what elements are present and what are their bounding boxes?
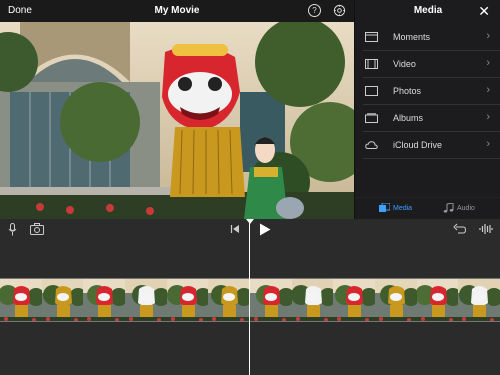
- chevron-right-icon: ›: [486, 111, 490, 123]
- chevron-right-icon: ›: [486, 57, 490, 69]
- settings-icon[interactable]: [333, 4, 346, 17]
- playhead-marker: [246, 219, 254, 224]
- media-item-video[interactable]: Video ›: [363, 51, 500, 78]
- clip-frame: [291, 279, 334, 321]
- clip-frame: [458, 279, 500, 321]
- skip-to-start-icon[interactable]: [230, 223, 240, 235]
- media-item-label: Moments: [393, 32, 431, 42]
- media-tab-icon: [379, 203, 390, 212]
- tab-label: Audio: [457, 204, 475, 212]
- media-header: Media ✕: [355, 0, 500, 22]
- video-icon: [365, 59, 378, 69]
- help-button[interactable]: ?: [308, 4, 321, 17]
- clip-frame: [83, 279, 125, 321]
- media-item-label: Video: [393, 59, 416, 69]
- media-tabs: Media Audio: [355, 197, 500, 219]
- clip-frame: [249, 279, 292, 321]
- close-icon[interactable]: ✕: [478, 3, 490, 20]
- albums-icon: [365, 113, 378, 123]
- clip-frame: [124, 279, 167, 321]
- media-panel: Media ✕ Moments › Video › Photos › Album…: [354, 0, 500, 219]
- media-item-moments[interactable]: Moments ›: [363, 24, 500, 51]
- tab-audio[interactable]: Audio: [443, 203, 475, 213]
- preview-image: [0, 22, 354, 219]
- media-item-label: Photos: [393, 86, 422, 96]
- media-item-photos[interactable]: Photos ›: [363, 78, 500, 105]
- top-bar: Done My Movie ?: [0, 0, 354, 22]
- media-item-label: Albums: [393, 113, 424, 123]
- clip-frame: [416, 279, 459, 321]
- media-item-albums[interactable]: Albums ›: [363, 105, 500, 132]
- media-list: Moments › Video › Photos › Albums › iClo…: [355, 24, 500, 159]
- clip-frame: [166, 279, 209, 321]
- media-item-icloud-drive[interactable]: iCloud Drive ›: [363, 132, 500, 159]
- camera-icon[interactable]: [30, 223, 44, 235]
- tab-media[interactable]: Media: [379, 203, 412, 213]
- clip-frame: [333, 279, 375, 321]
- audio-waveform-icon[interactable]: [479, 223, 493, 235]
- clip-frame: [374, 279, 417, 321]
- chevron-right-icon: ›: [486, 84, 490, 96]
- clip-frame: [41, 279, 84, 321]
- microphone-icon[interactable]: [8, 223, 17, 236]
- timeline[interactable]: [0, 241, 500, 375]
- moments-icon: [365, 32, 378, 42]
- play-icon[interactable]: [259, 223, 271, 236]
- cloud-icon: [365, 141, 378, 149]
- clip-frame: [0, 279, 42, 321]
- photos-icon: [365, 86, 378, 96]
- playhead[interactable]: [249, 219, 250, 375]
- music-note-icon: [443, 203, 454, 213]
- media-item-label: iCloud Drive: [393, 140, 443, 150]
- project-title: My Movie: [154, 5, 200, 16]
- chevron-right-icon: ›: [486, 30, 490, 42]
- video-clip[interactable]: [0, 278, 500, 322]
- clip-frame: [208, 279, 250, 321]
- tab-label: Media: [393, 204, 413, 212]
- chevron-right-icon: ›: [486, 138, 490, 150]
- undo-icon[interactable]: [453, 223, 466, 235]
- video-preview[interactable]: [0, 22, 354, 219]
